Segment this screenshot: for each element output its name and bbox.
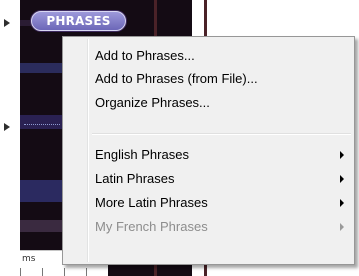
menu-item-label: Add to Phrases (from File)... xyxy=(95,71,258,86)
menu-item-label: Add to Phrases... xyxy=(95,48,195,63)
pointer-arrow-icon xyxy=(4,123,10,131)
submenu-arrow-icon xyxy=(340,223,344,231)
app-track-strip xyxy=(20,220,68,232)
menu-separator xyxy=(92,133,351,135)
screenshot-stage: ms 100 PHRASES Add to Phrases... Add to … xyxy=(0,0,359,276)
menu-item-organize-phrases[interactable]: Organize Phrases... xyxy=(65,92,352,114)
ruler-ticks xyxy=(20,268,108,276)
menu-item-label: English Phrases xyxy=(95,147,189,162)
submenu-arrow-icon xyxy=(340,175,344,183)
menu-item-label: Organize Phrases... xyxy=(95,95,210,110)
menu-item-label: Latin Phrases xyxy=(95,171,175,186)
submenu-arrow-icon xyxy=(340,199,344,207)
app-track-strip xyxy=(20,115,68,129)
pointer-arrow-icon xyxy=(4,19,10,27)
menu-item-latin-phrases[interactable]: Latin Phrases xyxy=(65,168,352,190)
menu-item-label: More Latin Phrases xyxy=(95,195,208,210)
app-track-strip xyxy=(20,63,68,73)
menu-item-more-latin-phrases[interactable]: More Latin Phrases xyxy=(65,192,352,214)
menu-item-add-to-phrases[interactable]: Add to Phrases... xyxy=(65,45,352,67)
menu-item-english-phrases[interactable]: English Phrases xyxy=(65,144,352,166)
menu-item-label: My French Phrases xyxy=(95,219,208,234)
submenu-arrow-icon xyxy=(340,151,344,159)
menu-item-add-to-phrases-from-file[interactable]: Add to Phrases (from File)... xyxy=(65,68,352,90)
ruler-label-left: ms xyxy=(22,254,36,264)
phrases-button[interactable]: PHRASES xyxy=(31,11,126,31)
menu-item-my-french-phrases: My French Phrases xyxy=(65,216,352,238)
app-dotted-line xyxy=(24,124,60,125)
phrases-context-menu: Add to Phrases... Add to Phrases (from F… xyxy=(62,36,355,265)
app-track-strip xyxy=(20,180,68,202)
